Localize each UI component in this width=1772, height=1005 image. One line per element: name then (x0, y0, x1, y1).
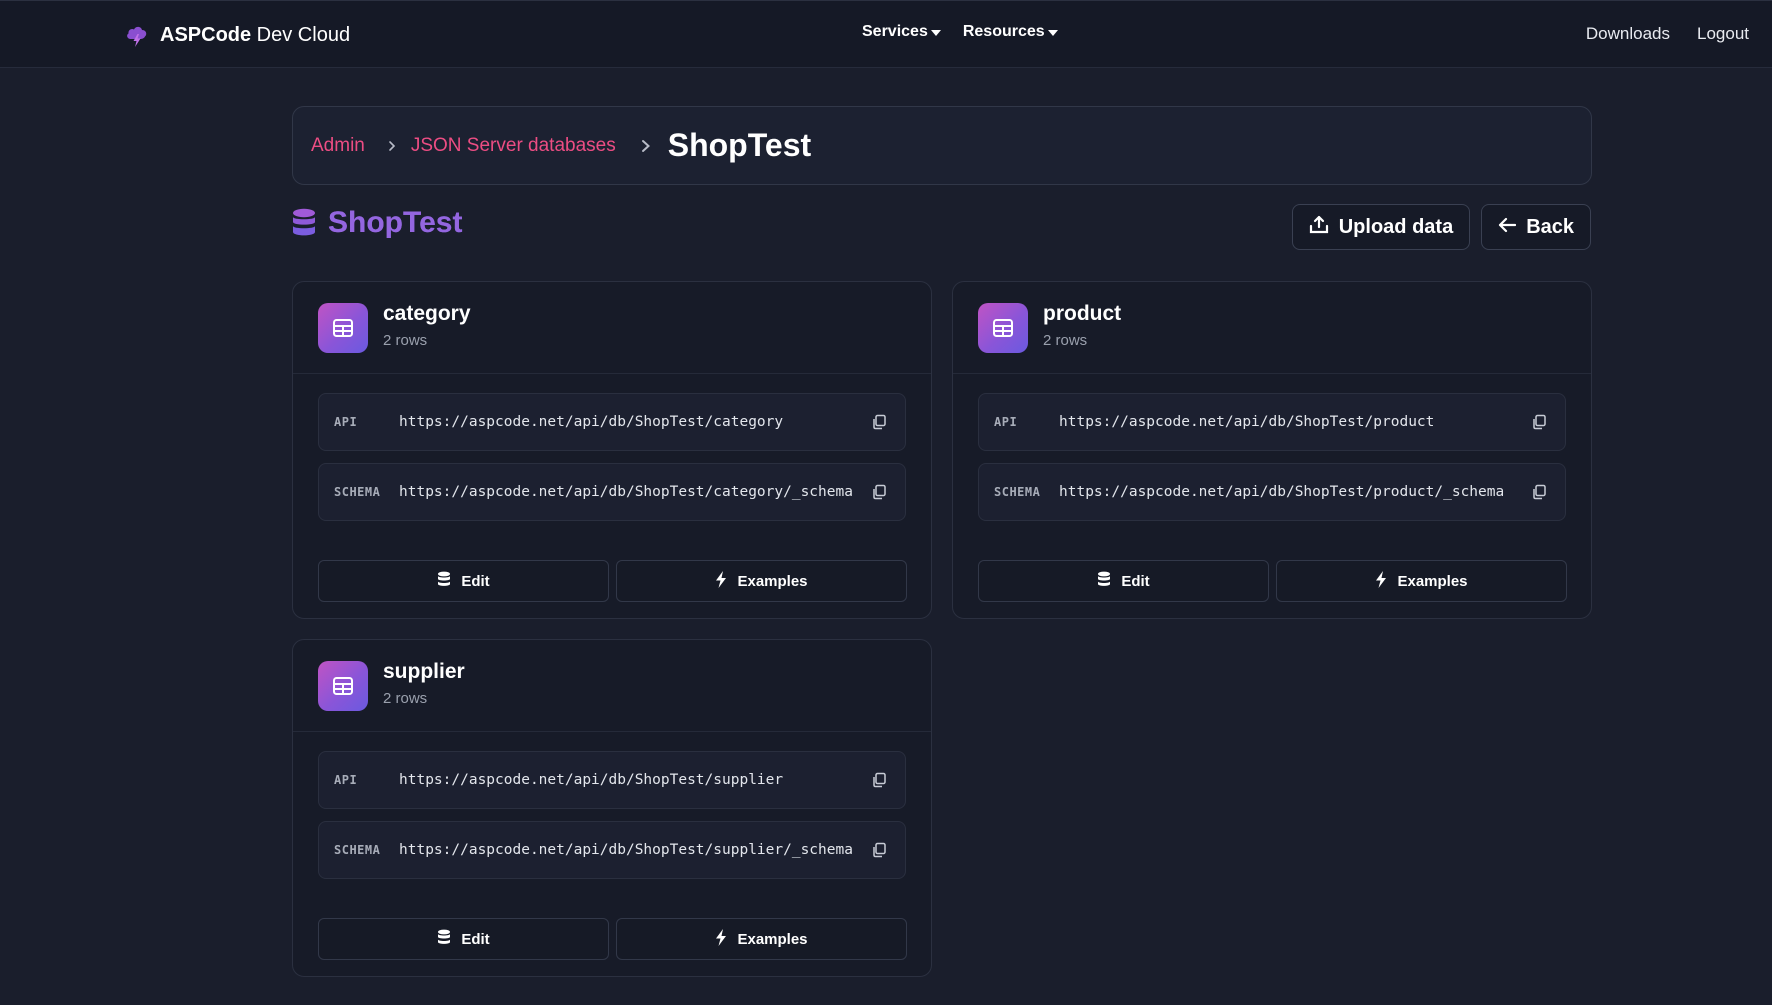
breadcrumb-admin[interactable]: Admin (311, 135, 365, 157)
edit-label: Edit (1121, 572, 1150, 590)
table-icon (318, 660, 368, 711)
schema-url-row: SCHEMA https://aspcode.net/api/db/ShopTe… (318, 821, 906, 879)
api-url-row: API https://aspcode.net/api/db/ShopTest/… (978, 393, 1566, 451)
schema-url[interactable]: https://aspcode.net/api/db/ShopTest/prod… (1059, 484, 1521, 500)
nav-right-links: Downloads Logout (1586, 24, 1749, 44)
examples-button[interactable]: Examples (1276, 560, 1567, 602)
breadcrumb-current: ShopTest (667, 127, 812, 163)
table-icon (318, 302, 368, 353)
table-name: supplier (383, 660, 465, 683)
copy-icon[interactable] (1521, 404, 1557, 440)
api-url[interactable]: https://aspcode.net/api/db/ShopTest/cate… (399, 414, 861, 430)
row-count: 2 rows (383, 690, 428, 707)
card-actions: Edit Examples (318, 560, 907, 602)
row-count: 2 rows (383, 332, 428, 349)
card-actions: Edit Examples (318, 918, 907, 960)
card-header: product 2 rows (953, 282, 1591, 374)
arrow-left-icon (1498, 216, 1517, 239)
api-url[interactable]: https://aspcode.net/api/db/ShopTest/prod… (1059, 414, 1521, 430)
page-header: ShopTest (292, 203, 462, 243)
schema-label: SCHEMA (994, 485, 1041, 499)
chevron-right-icon (387, 139, 397, 153)
examples-label: Examples (737, 930, 808, 948)
bolt-icon (715, 570, 727, 592)
downloads-link[interactable]: Downloads (1586, 24, 1670, 44)
copy-icon[interactable] (861, 474, 897, 510)
upload-data-label: Upload data (1338, 215, 1454, 238)
page-actions: Upload data Back (1291, 204, 1591, 250)
cloud-bolt-icon (124, 22, 150, 48)
database-icon (292, 208, 316, 238)
table-card-product: product 2 rows API https://aspcode.net/a… (952, 281, 1592, 619)
caret-down-icon (930, 30, 941, 36)
top-navbar: ASPCode Dev Cloud Services Resources Dow… (0, 0, 1772, 68)
copy-icon[interactable] (861, 762, 897, 798)
schema-url-row: SCHEMA https://aspcode.net/api/db/ShopTe… (978, 463, 1566, 521)
card-header: supplier 2 rows (293, 640, 931, 732)
database-icon (437, 929, 451, 949)
menu-resources[interactable]: Resources (963, 23, 1058, 41)
api-url-row: API https://aspcode.net/api/db/ShopTest/… (318, 751, 906, 809)
edit-label: Edit (461, 572, 490, 590)
schema-label: SCHEMA (334, 485, 381, 499)
row-count: 2 rows (1043, 332, 1088, 349)
table-name: product (1043, 302, 1122, 325)
page-title: ShopTest (328, 206, 463, 239)
examples-button[interactable]: Examples (616, 560, 907, 602)
menu-resources-label: Resources (962, 23, 1045, 40)
schema-label: SCHEMA (334, 843, 381, 857)
menu-services-label: Services (862, 23, 928, 40)
bolt-icon (1375, 570, 1387, 592)
back-label: Back (1526, 215, 1574, 238)
table-card-supplier: supplier 2 rows API https://aspcode.net/… (292, 639, 932, 977)
back-button[interactable]: Back (1481, 204, 1591, 250)
main-menu: Services Resources (862, 23, 1058, 41)
breadcrumb-json-server-databases[interactable]: JSON Server databases (411, 135, 616, 157)
api-url-row: API https://aspcode.net/api/db/ShopTest/… (318, 393, 906, 451)
schema-url-row: SCHEMA https://aspcode.net/api/db/ShopTe… (318, 463, 906, 521)
table-card-category: category 2 rows API https://aspcode.net/… (292, 281, 932, 619)
api-label: API (334, 773, 358, 787)
edit-label: Edit (461, 930, 490, 948)
schema-url[interactable]: https://aspcode.net/api/db/ShopTest/supp… (399, 842, 861, 858)
brand-name: ASPCode Dev Cloud (160, 23, 351, 46)
database-icon (1097, 571, 1111, 591)
table-name: category (383, 302, 471, 325)
database-icon (437, 571, 451, 591)
table-icon (978, 302, 1028, 353)
examples-label: Examples (737, 572, 808, 590)
api-label: API (994, 415, 1018, 429)
upload-icon (1309, 214, 1329, 240)
copy-icon[interactable] (1521, 474, 1557, 510)
chevron-right-icon (640, 137, 652, 155)
copy-icon[interactable] (861, 404, 897, 440)
breadcrumb: Admin JSON Server databases ShopTest (292, 106, 1592, 185)
edit-button[interactable]: Edit (318, 560, 609, 602)
bolt-icon (715, 928, 727, 950)
logout-link[interactable]: Logout (1697, 24, 1749, 44)
copy-icon[interactable] (861, 832, 897, 868)
api-label: API (334, 415, 358, 429)
edit-button[interactable]: Edit (318, 918, 609, 960)
edit-button[interactable]: Edit (978, 560, 1269, 602)
card-actions: Edit Examples (978, 560, 1567, 602)
api-url[interactable]: https://aspcode.net/api/db/ShopTest/supp… (399, 772, 861, 788)
examples-label: Examples (1397, 572, 1468, 590)
schema-url[interactable]: https://aspcode.net/api/db/ShopTest/cate… (399, 484, 861, 500)
examples-button[interactable]: Examples (616, 918, 907, 960)
menu-services[interactable]: Services (862, 23, 941, 41)
card-header: category 2 rows (293, 282, 931, 374)
brand-link[interactable]: ASPCode Dev Cloud (124, 21, 350, 49)
caret-down-icon (1047, 30, 1058, 36)
upload-data-button[interactable]: Upload data (1291, 204, 1471, 250)
